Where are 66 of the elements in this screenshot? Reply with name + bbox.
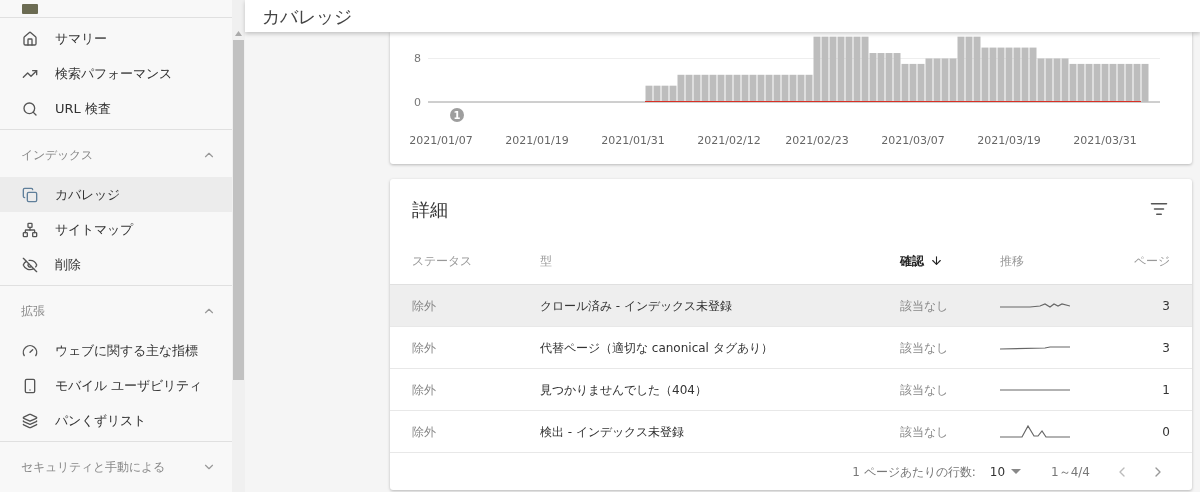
nav-item[interactable]: ウェブに関する主な指標 [0, 333, 232, 368]
table-row[interactable]: 除外 代替ページ（適切な canonical タグあり） 該当なし 3 [390, 327, 1192, 369]
x-tick-label: 2021/01/07 [409, 134, 473, 147]
sparkline [1000, 303, 1070, 308]
column-header[interactable]: 確認 [900, 251, 943, 270]
table-cell-text: 3 [1162, 297, 1170, 315]
section-heading: セキュリティと手動による [21, 459, 165, 476]
table-cell-text: 除外 [412, 423, 436, 441]
eye-off-icon [22, 256, 38, 273]
filter-icon[interactable] [1150, 200, 1168, 218]
nav-item[interactable]: モバイル ユーザビリティ [0, 368, 232, 403]
x-tick-label: 2021/01/19 [505, 134, 569, 147]
scrollbar-thumb[interactable] [233, 40, 244, 380]
rows-per-page-label: 1 ページあたりの行数: [852, 463, 976, 481]
nav-item[interactable]: 検索パフォーマンス [0, 56, 232, 91]
site-avatar [22, 3, 38, 14]
phone-icon [22, 377, 38, 394]
x-tick-label: 2021/02/23 [785, 134, 849, 147]
section-heading: インデックス [21, 147, 93, 164]
table-row[interactable]: 除外 検出 - インデックス未登録 該当なし 0 [390, 411, 1192, 453]
nav-item[interactable]: 削除 [0, 247, 232, 282]
sparkline [1000, 425, 1070, 438]
nav-item[interactable]: サマリー [0, 21, 232, 56]
sort-arrow-icon [930, 254, 943, 267]
table-cell-text: 除外 [412, 297, 436, 315]
nav-item[interactable]: サイトマップ [0, 212, 232, 247]
x-tick-label: 2021/01/31 [601, 134, 665, 147]
x-tick-label: 2021/02/12 [697, 134, 761, 147]
table-row[interactable]: 除外 見つかりませんでした（404） 該当なし 1 [390, 369, 1192, 411]
table-cell-text: 検出 - インデックス未登録 [540, 423, 684, 441]
search-icon [22, 100, 38, 117]
nav-item[interactable]: パンくずリスト [0, 403, 232, 438]
home-icon [22, 30, 38, 47]
table-cell-text: 該当なし [900, 423, 948, 441]
table-cell-text: 該当なし [900, 381, 948, 399]
table-cell-text: 代替ページ（適切な canonical タグあり） [540, 339, 773, 357]
table-cell-text: 該当なし [900, 339, 948, 357]
sparkline [1000, 388, 1070, 391]
y-tick-label: 8 [414, 52, 421, 66]
x-tick-label: 2021/03/19 [977, 134, 1041, 147]
table-cell-text: 3 [1162, 339, 1170, 357]
table-cell-text: 該当なし [900, 297, 948, 315]
table-cell-text: クロール済み - インデックス未登録 [540, 297, 732, 315]
dropdown-caret-icon [1011, 469, 1022, 474]
copy-icon [22, 186, 38, 203]
layers-icon [22, 412, 38, 429]
sparkline [1000, 345, 1070, 350]
table-cell-text: 見つかりませんでした（404） [540, 381, 707, 399]
table-cell-text: 0 [1162, 423, 1170, 441]
rows-per-page-select[interactable]: 10 [989, 462, 1022, 481]
scroll-up-arrow-icon[interactable] [235, 31, 242, 36]
card-title: 詳細 [412, 197, 448, 222]
table-cell-text: 除外 [412, 339, 436, 357]
y-tick-label: 0 [414, 96, 421, 109]
section-heading: 拡張 [21, 303, 45, 320]
page-range: 1～4/4 [1051, 463, 1090, 481]
table-row[interactable]: 除外 クロール済み - インデックス未登録 該当なし 3 [390, 285, 1192, 327]
x-tick-label: 2021/03/07 [881, 134, 945, 147]
table-cell-text: 除外 [412, 381, 436, 399]
sitemap-icon [22, 221, 38, 238]
nav-item[interactable]: URL 検査 [0, 91, 232, 126]
x-tick-label: 2021/03/31 [1073, 134, 1137, 147]
gauge-icon [22, 342, 38, 359]
nav-item[interactable]: カバレッジ [0, 177, 232, 212]
page-title: カバレッジ [262, 4, 352, 29]
table-cell-text: 1 [1162, 381, 1170, 399]
